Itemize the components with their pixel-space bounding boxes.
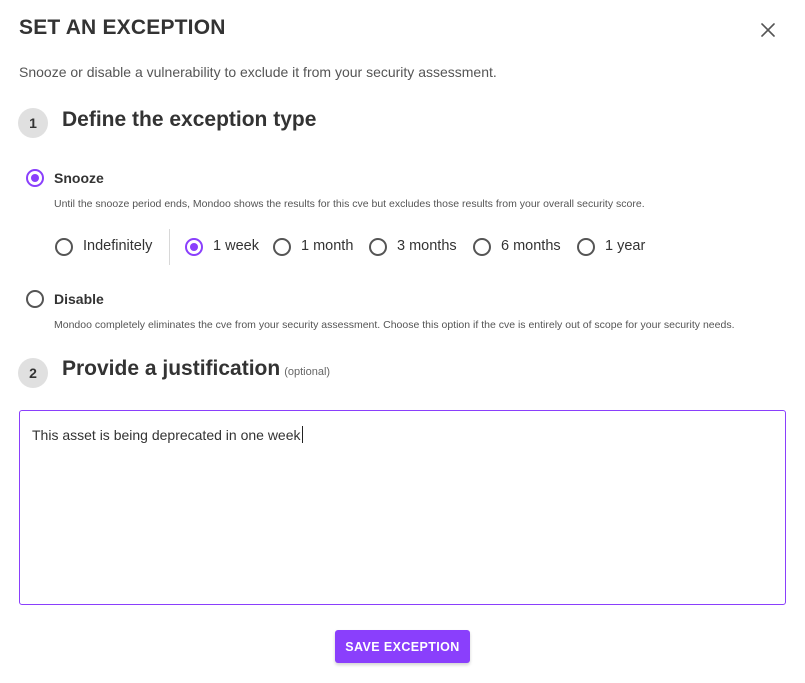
duration-1-week-radio[interactable] [185, 238, 203, 256]
dialog-title: SET AN EXCEPTION [19, 16, 226, 39]
duration-1-month-label[interactable]: 1 month [301, 238, 353, 254]
close-button[interactable] [757, 19, 779, 41]
disable-label[interactable]: Disable [54, 291, 104, 307]
step-2-heading-text: Provide a justification [62, 357, 281, 380]
duration-3-months-radio[interactable] [369, 238, 387, 256]
duration-3-months-label[interactable]: 3 months [397, 238, 457, 254]
duration-1-year-radio[interactable] [577, 238, 595, 256]
optional-hint: (optional) [284, 366, 331, 378]
text-caret [301, 426, 303, 443]
snooze-description: Until the snooze period ends, Mondoo sho… [54, 198, 645, 210]
duration-indefinitely-radio[interactable] [55, 238, 73, 256]
save-exception-button[interactable]: SAVE EXCEPTION [335, 630, 470, 663]
duration-6-months-radio[interactable] [473, 238, 491, 256]
close-icon [761, 23, 775, 37]
duration-divider [169, 229, 170, 265]
disable-radio[interactable] [26, 290, 44, 308]
duration-6-months-label[interactable]: 6 months [501, 238, 561, 254]
dialog-subtitle: Snooze or disable a vulnerability to exc… [19, 64, 497, 80]
duration-1-week-label[interactable]: 1 week [213, 238, 259, 254]
duration-indefinitely-label[interactable]: Indefinitely [83, 238, 152, 254]
step-number-1: 1 [18, 108, 48, 138]
step-number-2: 2 [18, 358, 48, 388]
step-2-heading: Provide a justification (optional) [62, 357, 330, 381]
disable-description: Mondoo completely eliminates the cve fro… [54, 319, 735, 331]
justification-text: This asset is being deprecated in one we… [32, 427, 301, 443]
duration-1-month-radio[interactable] [273, 238, 291, 256]
exception-dialog: SET AN EXCEPTION Snooze or disable a vul… [0, 0, 805, 683]
snooze-radio[interactable] [26, 169, 44, 187]
step-1-heading: Define the exception type [62, 108, 317, 131]
duration-1-year-label[interactable]: 1 year [605, 238, 645, 254]
snooze-label[interactable]: Snooze [54, 170, 104, 186]
justification-textarea[interactable]: This asset is being deprecated in one we… [19, 410, 786, 605]
